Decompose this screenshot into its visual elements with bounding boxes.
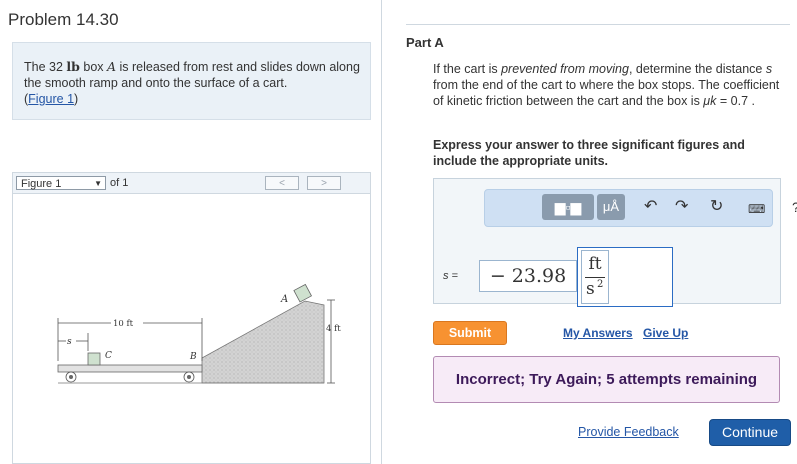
part-title: Part A [406, 35, 444, 50]
keyboard-icon[interactable]: ⌨ [748, 199, 765, 219]
figure-next-button[interactable]: > [307, 176, 341, 190]
templates-button[interactable]: ▆▫▆ [542, 194, 594, 220]
figure-count: of 1 [110, 177, 129, 189]
reset-icon[interactable]: ↻ [710, 197, 723, 217]
answer-value-input[interactable]: − 23.98 [479, 260, 577, 292]
my-answers-link[interactable]: My Answers [563, 326, 633, 340]
label-height: 4 ft [326, 324, 341, 334]
ramp [201, 300, 325, 384]
figure-select[interactable]: Figure 1 ▼ [16, 176, 106, 190]
problem-statement-box: The 32 lb box A is released from rest an… [12, 42, 371, 120]
divider [406, 24, 790, 25]
undo-icon[interactable]: ↶ [644, 197, 657, 217]
submit-button[interactable]: Submit [433, 321, 507, 345]
provide-feedback-link[interactable]: Provide Feedback [578, 425, 679, 439]
feedback-message: Incorrect; Try Again; 5 attempts remaini… [455, 371, 758, 388]
answer-panel: Part A If the cart is prevented from mov… [382, 0, 797, 464]
figure-toolbar: Figure 1 ▼ of 1 < > [13, 173, 370, 194]
feedback-box: Incorrect; Try Again; 5 attempts remaini… [433, 356, 780, 403]
variable-a: A [107, 59, 117, 74]
answer-box: ▆▫▆ μÅ ↶ ↷ ↻ ⌨ ? s = − 23.98 ft s 2 [433, 178, 797, 307]
answer-variable-label: s = [443, 270, 458, 282]
label-distance: 10 ft [113, 319, 134, 329]
unit-lb: lb [66, 59, 80, 74]
label-s: s [67, 337, 72, 347]
box-a [293, 283, 313, 303]
figure-prev-button[interactable]: < [265, 176, 299, 190]
templates-icon: ▆▫▆ [554, 199, 582, 215]
problem-title: Problem 14.30 [8, 10, 119, 29]
box-c [87, 352, 101, 366]
answer-unit-input[interactable]: ft s 2 [577, 247, 673, 307]
instruction-text: Express your answer to three significant… [433, 138, 745, 168]
label-c: C [105, 351, 112, 361]
help-icon[interactable]: ? [792, 197, 797, 217]
problem-statement: The 32 lb box A is released from rest an… [24, 59, 360, 106]
cart [57, 364, 203, 373]
unit-fraction: ft s 2 [581, 250, 609, 304]
units-button[interactable]: μÅ [597, 194, 625, 220]
figure-panel: Figure 1 ▼ of 1 < > A 4 ft C B 10 ft s [12, 172, 371, 464]
label-b: B [189, 352, 197, 362]
question-text: If the cart is prevented from moving, de… [433, 62, 780, 108]
give-up-link[interactable]: Give Up [643, 326, 688, 340]
mu-k: μk [703, 94, 717, 108]
continue-button[interactable]: Continue [709, 419, 791, 446]
figure-link[interactable]: Figure 1 [28, 92, 74, 106]
label-a: A [280, 294, 288, 305]
problem-panel: Problem 14.30 The 32 lb box A is release… [0, 0, 382, 464]
redo-icon[interactable]: ↷ [675, 197, 688, 217]
dropdown-arrow-icon: ▼ [94, 179, 102, 188]
math-toolbar: ▆▫▆ μÅ ↶ ↷ ↻ ⌨ ? [484, 189, 797, 227]
figure-diagram: A 4 ft C B 10 ft s [57, 283, 341, 384]
